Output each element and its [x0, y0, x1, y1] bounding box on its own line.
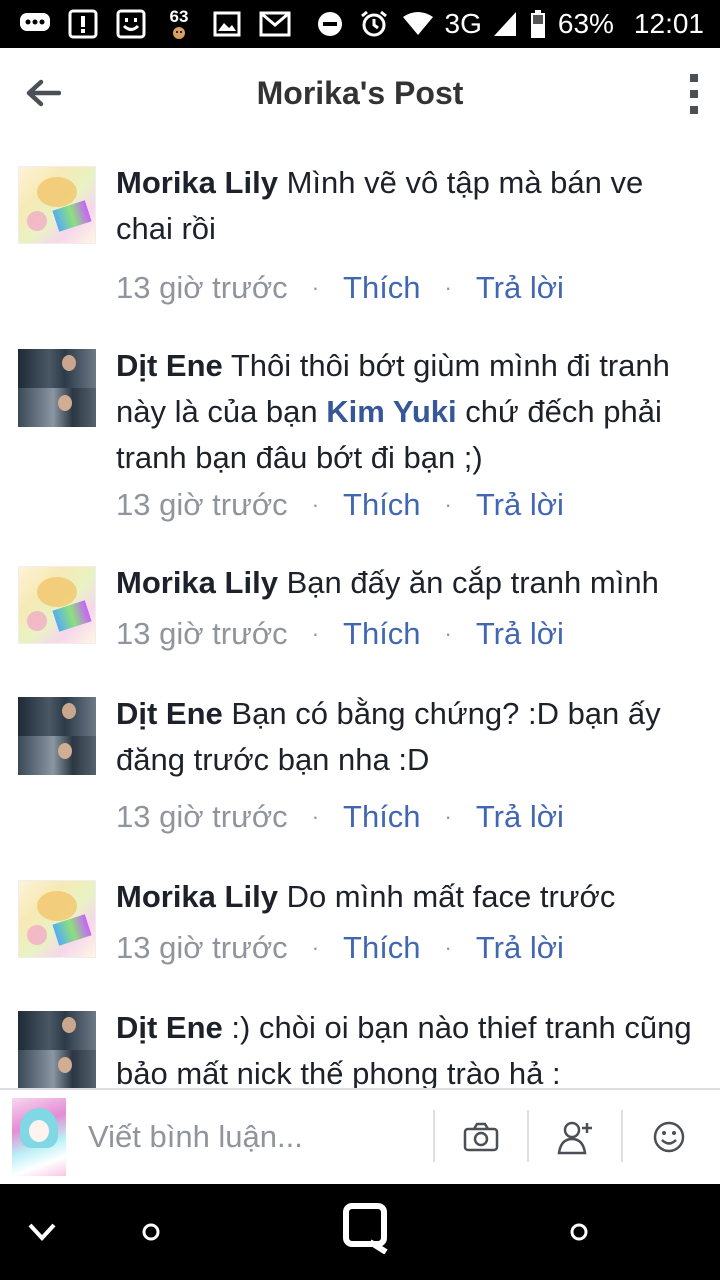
avatar[interactable] [18, 349, 96, 427]
avatar [12, 1098, 66, 1176]
post-header: Morika's Post [0, 48, 720, 138]
comment-list[interactable]: Morika Lily Mình vẽ vô tập mà bán ve cha… [0, 138, 720, 1088]
app-switch-icon [343, 1203, 388, 1254]
divider [527, 1110, 529, 1162]
avatar[interactable] [18, 1011, 96, 1088]
separator: · [311, 804, 320, 829]
comment-text: Morika Lily Bạn đấy ăn cắp tranh mình [116, 560, 706, 606]
battery-icon [528, 9, 548, 39]
comment-text: Morika Lily Do mình mất face trước [116, 874, 706, 920]
divider [433, 1110, 435, 1162]
page-title: Morika's Post [256, 74, 464, 111]
comment-time: 13 giờ trước [116, 930, 288, 965]
avatar[interactable] [18, 566, 96, 644]
more-vertical-icon [690, 74, 698, 82]
separator: · [311, 935, 320, 960]
clock: 12:01 [633, 8, 704, 39]
comment-actions: 13 giờ trước · Thích · Trả lời [116, 268, 564, 308]
comment-text: Dịt Ene Thôi thôi bớt giùm mình đi tranh… [116, 343, 706, 481]
camera-button[interactable] [456, 1112, 506, 1162]
reply-button[interactable]: Trả lời [476, 930, 564, 966]
comment-actions: 13 giờ trước · Thích · Trả lời [116, 928, 564, 968]
status-bar: 63 3G 63% 12:01 [0, 0, 720, 48]
facebook-badge-icon: 63 [162, 7, 196, 39]
separator: · [444, 492, 452, 517]
comment-author[interactable]: Morika Lily [116, 565, 278, 600]
comment-input[interactable] [88, 1114, 418, 1160]
nav-home-button[interactable] [342, 1203, 390, 1254]
separator: · [444, 275, 452, 300]
comment-text: Dịt Ene :) chòi oi bạn nào thief tranh c… [116, 1005, 706, 1088]
separator: · [444, 621, 452, 646]
like-button[interactable]: Thích [343, 799, 421, 835]
tag-person-icon [557, 1121, 592, 1155]
comment-author[interactable]: Dịt Ene [116, 348, 223, 383]
comment-author[interactable]: Dịt Ene [116, 696, 223, 731]
circle-icon [142, 1223, 160, 1241]
comment-author[interactable]: Morika Lily [116, 879, 278, 914]
comment-text: Dịt Ene Bạn có bằng chứng? :D bạn ấy đăn… [116, 691, 706, 783]
emoji-button[interactable] [644, 1112, 694, 1162]
more-options-button[interactable] [684, 74, 704, 114]
more-dot [690, 106, 698, 114]
do-not-disturb-icon [313, 9, 347, 39]
mention-link[interactable]: Kim Yuki [326, 394, 456, 429]
system-nav-bar [0, 1184, 720, 1280]
smiley-icon [114, 9, 148, 39]
like-button[interactable]: Thích [343, 616, 421, 652]
like-button[interactable]: Thích [343, 930, 421, 966]
nav-dot-button[interactable] [555, 1208, 603, 1256]
comment-actions: 13 giờ trước · Thích · Trả lời [116, 485, 564, 525]
network-type: 3G [444, 8, 482, 39]
circle-icon [570, 1223, 588, 1241]
comment-text: Morika Lily Mình vẽ vô tập mà bán ve cha… [116, 160, 706, 252]
like-button[interactable]: Thích [343, 270, 421, 306]
reply-button[interactable]: Trả lời [476, 487, 564, 523]
alarm-icon [357, 9, 391, 39]
avatar[interactable] [18, 166, 96, 244]
comment-actions: 13 giờ trước · Thích · Trả lời [116, 614, 564, 654]
wifi-icon [401, 9, 435, 39]
camera-icon [463, 1122, 499, 1152]
separator: · [311, 492, 320, 517]
comment-author[interactable]: Morika Lily [116, 165, 278, 200]
comment-time: 13 giờ trước [116, 487, 288, 522]
comment-time: 13 giờ trước [116, 616, 288, 651]
avatar[interactable] [18, 697, 96, 775]
notification-badge-count: 63 [169, 7, 189, 26]
separator: · [444, 804, 452, 829]
comment-author[interactable]: Dịt Ene [116, 1010, 223, 1045]
reply-button[interactable]: Trả lời [476, 616, 564, 652]
nav-back-button[interactable] [18, 1208, 66, 1256]
gmail-icon [258, 9, 292, 39]
separator: · [444, 935, 452, 960]
signal-icon [492, 9, 518, 39]
separator: · [311, 621, 320, 646]
back-arrow-icon [26, 79, 61, 107]
comment-time: 13 giờ trước [116, 799, 288, 834]
back-button[interactable] [20, 70, 66, 116]
comment-time: 13 giờ trước [116, 270, 288, 305]
nav-dot-button[interactable] [127, 1208, 175, 1256]
reply-button[interactable]: Trả lời [476, 799, 564, 835]
more-dot [690, 90, 698, 98]
tag-friend-button[interactable] [551, 1112, 601, 1162]
separator: · [311, 275, 320, 300]
comment-message: Do mình mất face trước [286, 879, 616, 914]
comment-message: Bạn đấy ăn cắp tranh mình [286, 565, 659, 600]
comment-actions: 13 giờ trước · Thích · Trả lời [116, 797, 564, 837]
reply-button[interactable]: Trả lời [476, 270, 564, 306]
chat-bubble-icon [18, 9, 52, 39]
battery-percent: 63% [557, 8, 614, 39]
alert-icon [66, 9, 100, 39]
chevron-down-icon [28, 1223, 56, 1241]
emoji-icon [653, 1121, 685, 1153]
like-button[interactable]: Thích [343, 487, 421, 523]
divider [621, 1110, 623, 1162]
image-icon [210, 9, 244, 39]
avatar[interactable] [18, 880, 96, 958]
comment-composer [0, 1088, 720, 1184]
